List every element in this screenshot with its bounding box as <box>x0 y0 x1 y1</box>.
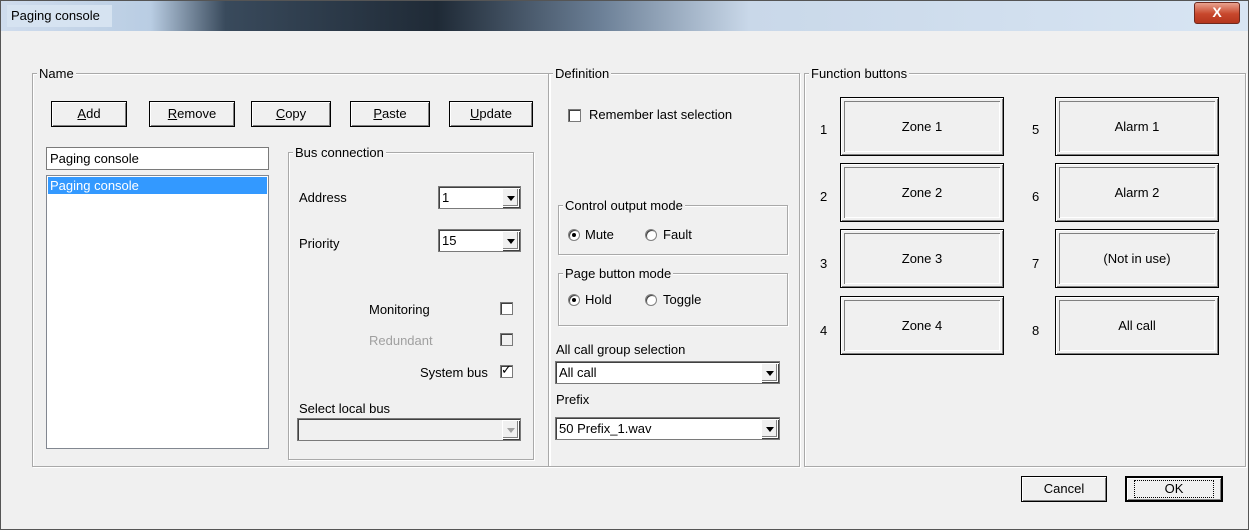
name-listbox[interactable]: Paging console <box>46 175 269 449</box>
mute-label: Mute <box>585 227 614 242</box>
hold-label: Hold <box>585 292 612 307</box>
function-number: 6 <box>1032 189 1040 204</box>
window-title: Paging console <box>7 5 112 27</box>
function-number: 1 <box>820 122 828 137</box>
update-button-mnemonic: U <box>470 106 480 121</box>
system-bus-checkbox[interactable]: ✓ <box>500 362 513 378</box>
redundant-label: Redundant <box>369 333 433 348</box>
remove-button-mnemonic: R <box>167 106 178 121</box>
function-button-4[interactable]: Zone 4 <box>840 296 1004 355</box>
ok-button[interactable]: OK <box>1125 476 1223 502</box>
prefix-value: 50 Prefix_1.wav <box>559 421 652 436</box>
remove-button[interactable]: Remove <box>149 101 235 127</box>
function-buttons-group: Function buttons 1 Zone 1 2 Zone 2 3 Zon… <box>804 66 1246 467</box>
function-number: 8 <box>1032 323 1040 338</box>
function-number: 2 <box>820 189 828 204</box>
paging-console-dialog: Paging console X Name Add Remove Copy Pa… <box>0 0 1249 530</box>
fault-radio[interactable] <box>645 229 657 241</box>
copy-button-mnemonic: C <box>275 106 286 121</box>
paste-button[interactable]: Paste <box>350 101 430 127</box>
chevron-down-icon[interactable] <box>761 363 778 382</box>
bus-connection-legend: Bus connection <box>293 145 386 160</box>
all-call-group-value: All call <box>559 365 597 380</box>
title-bar[interactable]: Paging console X <box>1 1 1248 31</box>
function-button-7[interactable]: (Not in use) <box>1055 229 1219 288</box>
control-output-mode-group: Control output mode Mute Fault <box>558 198 788 255</box>
remember-selection-checkbox[interactable] <box>568 109 581 122</box>
copy-button[interactable]: Copy <box>251 101 331 127</box>
page-button-mode-legend: Page button mode <box>563 266 674 281</box>
function-button-2[interactable]: Zone 2 <box>840 163 1004 222</box>
remove-button-label-rest: emove <box>177 106 217 121</box>
select-local-bus-select[interactable] <box>297 418 521 441</box>
function-button-3[interactable]: Zone 3 <box>840 229 1004 288</box>
chevron-down-icon[interactable] <box>502 231 519 250</box>
add-button-label-rest: dd <box>86 106 101 121</box>
paste-button-label-rest: aste <box>382 106 407 121</box>
paste-button-mnemonic: P <box>373 106 383 121</box>
toggle-radio[interactable] <box>645 294 657 306</box>
all-call-group-select[interactable]: All call <box>555 361 780 384</box>
function-number: 4 <box>820 323 828 338</box>
priority-select[interactable]: 15 <box>438 229 521 252</box>
definition-legend: Definition <box>553 66 612 81</box>
select-local-bus-label: Select local bus <box>299 401 391 416</box>
function-number: 7 <box>1032 256 1040 271</box>
update-button[interactable]: Update <box>449 101 533 127</box>
list-item[interactable]: Paging console <box>48 177 267 194</box>
update-button-label-rest: pdate <box>479 106 512 121</box>
address-label: Address <box>299 190 347 205</box>
function-button-1[interactable]: Zone 1 <box>840 97 1004 156</box>
close-icon: X <box>1212 4 1222 20</box>
function-button-8[interactable]: All call <box>1055 296 1219 355</box>
priority-label: Priority <box>299 236 340 251</box>
chevron-down-icon[interactable] <box>761 419 778 438</box>
function-button-6[interactable]: Alarm 2 <box>1055 163 1219 222</box>
toggle-label: Toggle <box>663 292 702 307</box>
list-item-label: Paging console <box>50 178 139 193</box>
function-button-5[interactable]: Alarm 1 <box>1055 97 1219 156</box>
system-bus-label: System bus <box>420 365 488 380</box>
function-number: 5 <box>1032 122 1040 137</box>
checkmark-icon: ✓ <box>501 362 512 377</box>
name-input-value: Paging console <box>50 151 139 166</box>
address-value: 1 <box>442 190 450 205</box>
monitoring-label: Monitoring <box>369 302 430 317</box>
all-call-group-label: All call group selection <box>556 342 686 357</box>
page-button-mode-group: Page button mode Hold Toggle <box>558 266 788 326</box>
name-group: Name Add Remove Copy Paste Update Paging… <box>32 66 550 467</box>
hold-radio[interactable] <box>568 294 580 306</box>
redundant-checkbox[interactable] <box>500 333 513 346</box>
chevron-down-icon[interactable] <box>502 188 519 207</box>
add-button[interactable]: Add <box>51 101 127 127</box>
fault-label: Fault <box>663 227 692 242</box>
remember-selection-label: Remember last selection <box>589 107 733 122</box>
address-select[interactable]: 1 <box>438 186 521 209</box>
copy-button-label-rest: opy <box>285 106 307 121</box>
prefix-select[interactable]: 50 Prefix_1.wav <box>555 417 780 440</box>
name-group-legend: Name <box>37 66 76 81</box>
close-button[interactable]: X <box>1194 2 1240 24</box>
mute-radio[interactable] <box>568 229 580 241</box>
chevron-down-icon[interactable] <box>502 420 519 439</box>
prefix-label: Prefix <box>556 392 590 407</box>
cancel-button[interactable]: Cancel <box>1021 476 1107 502</box>
bus-connection-group: Bus connection Address 1 Priority 15 Mon… <box>288 145 534 460</box>
dialog-client-area: Name Add Remove Copy Paste Update Paging… <box>9 31 1246 521</box>
monitoring-checkbox[interactable] <box>500 302 513 315</box>
ok-button-label: OK <box>1133 480 1215 498</box>
priority-value: 15 <box>442 233 457 248</box>
definition-group: Definition Remember last selection Contr… <box>548 66 800 467</box>
add-button-mnemonic: A <box>77 106 87 121</box>
function-number: 3 <box>820 256 828 271</box>
function-buttons-legend: Function buttons <box>809 66 910 81</box>
name-input[interactable]: Paging console <box>46 147 269 170</box>
control-output-mode-legend: Control output mode <box>563 198 685 213</box>
